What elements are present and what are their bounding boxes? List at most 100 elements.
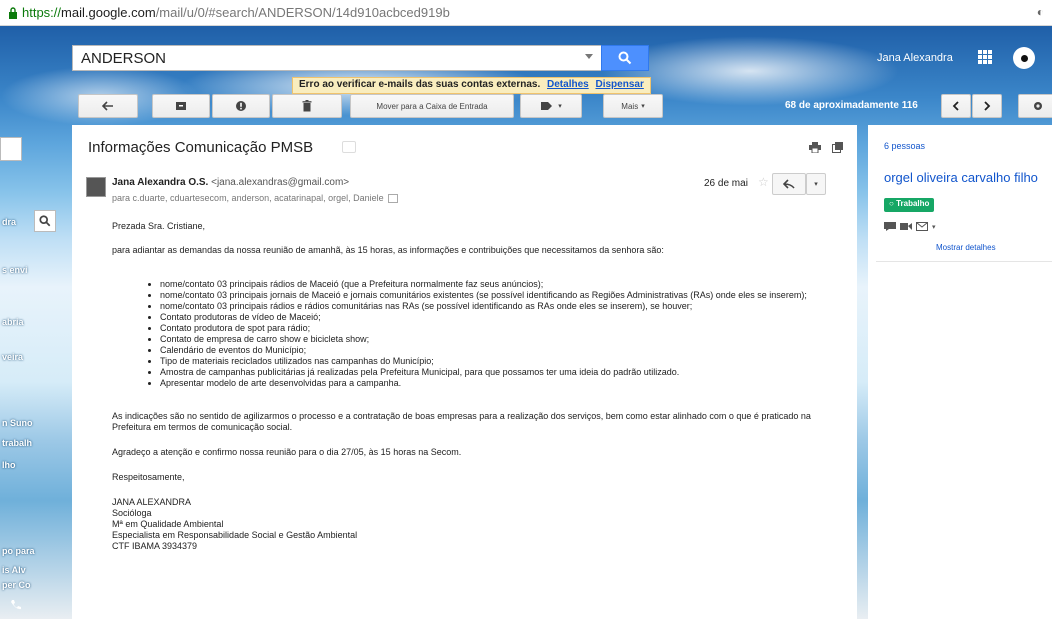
newer-button[interactable] [941, 94, 971, 118]
chevron-down-icon: ▾ [814, 181, 818, 188]
email-closing: Respeitosamente, [112, 472, 185, 482]
chevron-right-icon [984, 101, 991, 111]
conversation-count: 68 de aproximadamente 116 [785, 100, 918, 111]
email-greeting: Prezada Sra. Cristiane, [112, 221, 206, 231]
sidebar-item[interactable]: per Co [2, 580, 31, 590]
list-item: Contato de empresa de carro show e bicic… [160, 334, 832, 345]
list-item: Calendário de eventos do Município; [160, 345, 832, 356]
reply-icon [783, 179, 795, 189]
warning-dismiss-link[interactable]: Dispensar [595, 79, 643, 90]
chevron-left-icon [952, 101, 959, 111]
archive-icon [176, 102, 186, 110]
search-icon [618, 51, 632, 65]
people-panel: 6 pessoas orgel oliveira carvalho filho … [868, 125, 1052, 619]
list-item: Tipo de materiais reciclados utilizados … [160, 356, 832, 367]
contact-name[interactable]: orgel oliveira carvalho filho [884, 170, 1038, 185]
more-options-button[interactable]: ▾ [806, 173, 826, 195]
search-options-caret-icon[interactable] [585, 54, 593, 59]
more-actions-label: Mais [621, 101, 639, 111]
older-button[interactable] [972, 94, 1002, 118]
people-count-link[interactable]: 6 pessoas [884, 141, 925, 151]
move-to-inbox-button[interactable]: Mover para a Caixa de Entrada [350, 94, 514, 118]
sender-email: <jana.alexandras@gmail.com> [211, 177, 350, 188]
sender-line: Jana Alexandra O.S. <jana.alexandras@gma… [112, 177, 349, 188]
list-item: Amostra de campanhas publicitárias já re… [160, 367, 832, 378]
label-badge[interactable]: ○ Trabalho [884, 198, 935, 212]
warning-text: Erro ao verificar e-mails das suas conta… [299, 79, 541, 90]
trash-icon [302, 100, 312, 112]
email-subject: Informações Comunicação PMSB [88, 139, 314, 156]
address-bar[interactable]: https://mail.google.com/mail/u/0/#search… [0, 0, 1052, 26]
delete-button[interactable] [272, 94, 342, 118]
label-tag-icon[interactable] [342, 141, 356, 153]
url-host: mail.google.com [61, 5, 156, 20]
sidebar-item[interactable]: is Alv [2, 565, 26, 575]
video-icon[interactable] [900, 222, 912, 231]
url-path: /mail/u/0/#search/ANDERSON/14d910acbced9… [155, 5, 450, 20]
back-arrow-icon [102, 101, 113, 111]
new-window-icon[interactable] [832, 142, 843, 153]
sender-name[interactable]: Jana Alexandra O.S. [112, 177, 208, 188]
url-scheme: https:// [22, 5, 62, 20]
label-tag-icon [541, 102, 553, 110]
warning-details-link[interactable]: Detalhes [547, 79, 589, 90]
labels-button[interactable]: ▾ [520, 94, 582, 118]
report-spam-icon [236, 101, 246, 111]
search-button[interactable] [601, 45, 649, 71]
sidebar-item[interactable]: po para [2, 546, 35, 556]
request-list: nome/contato 03 principais rádios de Mac… [112, 279, 832, 389]
sidebar-item[interactable]: veira [2, 352, 23, 362]
more-actions-button[interactable]: Mais ▾ [603, 94, 663, 118]
chevron-down-icon: ▾ [641, 103, 645, 110]
reply-button[interactable] [772, 173, 806, 195]
recipients-line: para c.duarte, cduartesecom, anderson, a… [112, 193, 399, 204]
report-spam-button[interactable] [212, 94, 270, 118]
email-date: 26 de mai [704, 178, 748, 189]
sender-photo[interactable] [86, 177, 106, 197]
email-paragraph: Agradeço a atenção e confirmo nossa reun… [112, 447, 462, 457]
contact-actions: ▾ [884, 222, 936, 231]
compose-button[interactable] [0, 137, 22, 161]
chevron-down-icon: ▾ [558, 103, 562, 110]
sidebar-item[interactable]: s envi [2, 265, 28, 275]
recipients-text: para c.duarte, cduartesecom, anderson, a… [112, 193, 384, 203]
chevron-down-icon[interactable]: ▾ [932, 223, 936, 231]
settings-button[interactable] [1018, 94, 1052, 118]
sidebar-item[interactable]: lho [2, 460, 16, 470]
list-item: Apresentar modelo de arte desenvolvidas … [160, 378, 832, 389]
email-icon[interactable] [916, 222, 928, 231]
star-icon[interactable]: ☆ [758, 175, 769, 189]
warning-banner: Erro ao verificar e-mails das suas conta… [292, 77, 651, 94]
page-info-icon[interactable]: ◐ [1037, 5, 1044, 19]
sidebar-item[interactable]: trabalh [2, 438, 32, 448]
url-text: https://mail.google.com/mail/u/0/#search… [22, 5, 450, 20]
circle-icon: ○ [889, 199, 894, 208]
show-details-toggle[interactable] [388, 194, 399, 204]
search-input[interactable]: ANDERSON [72, 45, 602, 71]
phone-icon[interactable] [10, 599, 22, 611]
email-intro: para adiantar as demandas da nossa reuni… [112, 245, 664, 255]
show-details-link[interactable]: Mostrar detalhes [936, 243, 996, 252]
gear-icon [1034, 102, 1042, 110]
print-icon[interactable] [809, 142, 821, 153]
left-sidebar: dra s envi abria veira n Suno trabalh lh… [0, 125, 70, 619]
signature-line: Socióloga [112, 508, 152, 518]
sidebar-item[interactable]: abria [2, 317, 24, 327]
search-input-value: ANDERSON [81, 49, 167, 67]
list-item: nome/contato 03 principais rádios e rádi… [160, 301, 832, 312]
search-icon [39, 215, 51, 227]
chat-icon[interactable] [884, 222, 896, 231]
email-body: Prezada Sra. Cristiane, para adiantar as… [112, 221, 832, 552]
label-badge-text: Trabalho [896, 199, 930, 208]
account-name[interactable]: Jana Alexandra [877, 52, 953, 64]
avatar[interactable] [1013, 47, 1035, 69]
list-item: nome/contato 03 principais jornais de Ma… [160, 290, 832, 301]
back-button[interactable] [78, 94, 138, 118]
sidebar-search-button[interactable] [34, 210, 56, 232]
sidebar-item[interactable]: dra [2, 217, 16, 227]
signature-line: Especialista em Responsabilidade Social … [112, 530, 358, 540]
signature-line: Mª em Qualidade Ambiental [112, 519, 224, 529]
apps-grid-icon[interactable] [978, 50, 992, 64]
sidebar-item[interactable]: n Suno [2, 418, 33, 428]
archive-button[interactable] [152, 94, 210, 118]
